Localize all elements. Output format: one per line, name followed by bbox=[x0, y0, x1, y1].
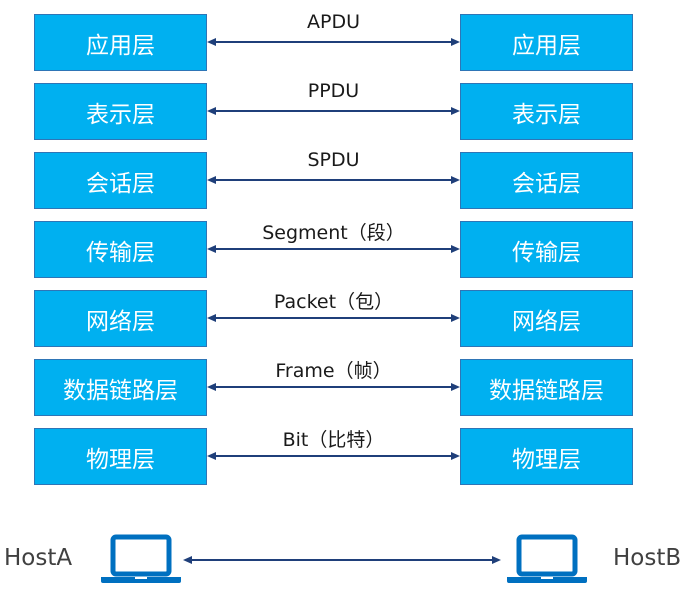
layer-2-box-host-b: 表示层 bbox=[460, 83, 633, 140]
layer-5-box-host-b: 网络层 bbox=[460, 290, 633, 347]
laptop-icon bbox=[101, 534, 181, 583]
layer-5-peer-arrow bbox=[207, 314, 460, 322]
arrowhead-right bbox=[451, 383, 460, 391]
arrowhead-left bbox=[207, 176, 216, 184]
layer-3-box-host-b: 会话层 bbox=[460, 152, 633, 209]
layer-4-box-host-a: 传输层 bbox=[34, 221, 207, 278]
laptop-icon bbox=[507, 534, 587, 583]
arrowhead-left bbox=[207, 38, 216, 46]
host-link-arrow bbox=[183, 556, 501, 564]
layer-4-peer-arrow bbox=[207, 245, 460, 253]
layer-6-pdu-label: Frame（帧） bbox=[275, 360, 392, 382]
layer-5-pdu-label: Packet（包） bbox=[273, 291, 394, 313]
layer-3-peer-arrow bbox=[207, 176, 460, 184]
arrowhead-right bbox=[451, 107, 460, 115]
layer-7-box-host-a: 物理层 bbox=[34, 428, 207, 485]
layer-2-box-host-a: 表示层 bbox=[34, 83, 207, 140]
layer-7-pdu-label: Bit（比特） bbox=[282, 429, 385, 451]
layer-6-peer-arrow bbox=[207, 383, 460, 391]
arrowhead-left bbox=[207, 452, 216, 460]
arrowhead-right bbox=[451, 38, 460, 46]
layer-6-box-host-b: 数据链路层 bbox=[460, 359, 633, 416]
arrowhead-left bbox=[207, 107, 216, 115]
layer-1-box-host-b: 应用层 bbox=[460, 14, 633, 71]
arrowhead-left bbox=[183, 556, 192, 564]
arrowhead-right bbox=[451, 176, 460, 184]
arrowhead-right bbox=[492, 556, 501, 564]
arrowhead-right bbox=[451, 314, 460, 322]
arrowhead-left bbox=[207, 383, 216, 391]
arrowhead-right bbox=[451, 245, 460, 253]
layer-4-pdu-label: Segment（段） bbox=[262, 222, 405, 244]
layer-3-box-host-a: 会话层 bbox=[34, 152, 207, 209]
arrowhead-left bbox=[207, 314, 216, 322]
layer-2-pdu-label: PPDU bbox=[307, 80, 360, 102]
layer-1-box-host-a: 应用层 bbox=[34, 14, 207, 71]
layer-5-box-host-a: 网络层 bbox=[34, 290, 207, 347]
host-a-label: HostA bbox=[4, 545, 73, 571]
host-b-label: HostB bbox=[613, 545, 682, 571]
layer-7-peer-arrow bbox=[207, 452, 460, 460]
layer-3-pdu-label: SPDU bbox=[307, 149, 360, 171]
arrowhead-right bbox=[451, 452, 460, 460]
layer-1-pdu-label: APDU bbox=[307, 11, 360, 33]
layer-1-peer-arrow bbox=[207, 38, 460, 46]
layer-6-box-host-a: 数据链路层 bbox=[34, 359, 207, 416]
layer-2-peer-arrow bbox=[207, 107, 460, 115]
layer-4-box-host-b: 传输层 bbox=[460, 221, 633, 278]
layer-7-box-host-b: 物理层 bbox=[460, 428, 633, 485]
arrowhead-left bbox=[207, 245, 216, 253]
